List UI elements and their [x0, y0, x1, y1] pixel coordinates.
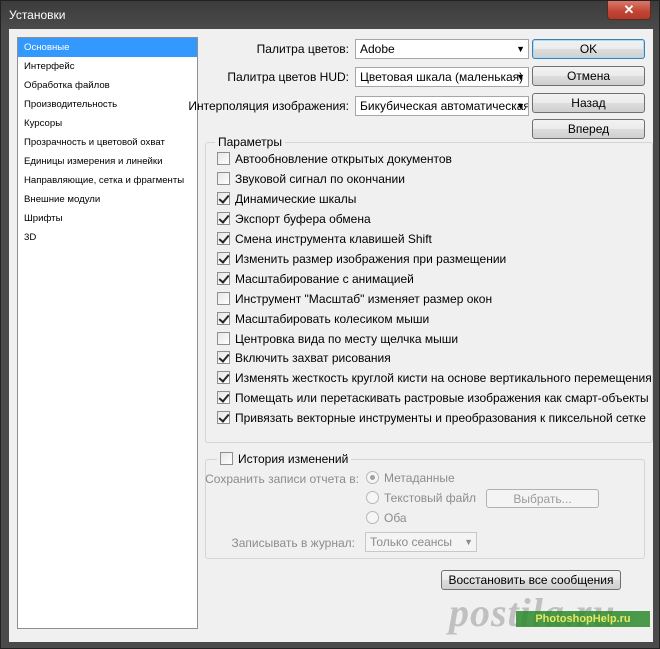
option-resize-on-place[interactable]: Изменить размер изображения при размещен…: [217, 252, 506, 270]
option-label: Помещать или перетаскивать растровые изо…: [235, 391, 649, 405]
checkbox[interactable]: [217, 152, 230, 165]
radio-button[interactable]: [366, 511, 379, 524]
options-group-title: Параметры: [215, 135, 285, 149]
checkbox[interactable]: [217, 272, 230, 285]
sidebar-item-units[interactable]: Единицы измерения и линейки: [18, 152, 197, 171]
checkbox[interactable]: [217, 212, 230, 225]
checkbox[interactable]: [217, 371, 230, 384]
palette-label: Палитра цветов:: [256, 42, 349, 56]
option-label: Привязать векторные инструменты и преобр…: [235, 411, 646, 425]
checkbox[interactable]: [217, 252, 230, 265]
checkbox[interactable]: [217, 232, 230, 245]
checkbox[interactable]: [217, 192, 230, 205]
window-title: Установки: [9, 8, 66, 22]
sidebar-item-type[interactable]: Шрифты: [18, 209, 197, 228]
radio-text-file[interactable]: Текстовый файл: [366, 491, 476, 509]
option-label: Масштабирование с анимацией: [235, 272, 414, 286]
prev-button[interactable]: Назад: [532, 93, 645, 113]
cancel-button[interactable]: Отмена: [532, 66, 645, 86]
preferences-window: Установки ✕ Основные Интерфейс Обработка…: [0, 0, 660, 649]
radio-button[interactable]: [366, 491, 379, 504]
journal-value: Только сеансы: [370, 535, 453, 549]
checkbox[interactable]: [217, 351, 230, 364]
option-label: Смена инструмента клавишей Shift: [235, 232, 432, 246]
interpolation-value: Бикубическая автоматическая: [360, 99, 529, 113]
chevron-down-icon: ▼: [516, 101, 525, 111]
hud-select[interactable]: Цветовая шкала (маленькая) ▼: [355, 67, 529, 87]
sidebar-item-interface[interactable]: Интерфейс: [18, 57, 197, 76]
sidebar-item-guides[interactable]: Направляющие, сетка и фрагменты: [18, 171, 197, 190]
checkbox[interactable]: [217, 172, 230, 185]
watermark-badge: PhotoshopHelp.ru: [516, 611, 650, 627]
chevron-down-icon: ▼: [516, 44, 525, 54]
journal-label: Записывать в журнал:: [231, 536, 355, 550]
title-bar[interactable]: Установки ✕: [1, 1, 659, 29]
radio-label: Текстовый файл: [384, 491, 477, 505]
option-auto-update[interactable]: Автообновление открытых документов: [217, 152, 452, 170]
checkbox[interactable]: [217, 411, 230, 424]
option-label: Звуковой сигнал по окончании: [235, 172, 405, 186]
checkbox[interactable]: [220, 452, 233, 465]
option-zoom-scroll-wheel[interactable]: Масштабировать колесиком мыши: [217, 312, 429, 330]
option-dynamic-sliders[interactable]: Динамические шкалы: [217, 192, 356, 210]
radio-label: Оба: [384, 511, 407, 525]
sidebar-item-general[interactable]: Основные: [18, 38, 197, 57]
option-brush-hardness[interactable]: Изменять жесткость круглой кисти на осно…: [217, 371, 653, 389]
chevron-down-icon: ▼: [464, 537, 473, 547]
save-log-label: Сохранить записи отчета в:: [205, 472, 359, 486]
interpolation-label: Интерполяция изображения:: [188, 99, 349, 113]
radio-button[interactable]: [366, 471, 379, 484]
interpolation-select[interactable]: Бикубическая автоматическая ▼: [355, 96, 529, 116]
option-label: Экспорт буфера обмена: [235, 212, 371, 226]
option-shift-tool[interactable]: Смена инструмента клавишей Shift: [217, 232, 432, 250]
option-label: Инструмент "Масштаб" изменяет размер око…: [235, 292, 493, 306]
hud-value: Цветовая шкала (маленькая): [360, 70, 524, 84]
sidebar-item-3d[interactable]: 3D: [18, 228, 197, 247]
option-place-smart-objects[interactable]: Помещать или перетаскивать растровые изо…: [217, 391, 649, 409]
sidebar-item-file-handling[interactable]: Обработка файлов: [18, 76, 197, 95]
next-button[interactable]: Вперед: [532, 119, 645, 139]
sidebar-item-cursors[interactable]: Курсоры: [18, 114, 197, 133]
sidebar-item-transparency[interactable]: Прозрачность и цветовой охват: [18, 133, 197, 152]
sidebar-item-performance[interactable]: Производительность: [18, 95, 197, 114]
chevron-down-icon: ▼: [516, 72, 525, 82]
radio-both[interactable]: Оба: [366, 511, 407, 529]
choose-file-button[interactable]: Выбрать...: [486, 489, 599, 508]
radio-metadata[interactable]: Метаданные: [366, 471, 455, 489]
option-label: Автообновление открытых документов: [235, 152, 452, 166]
option-label: Изменить размер изображения при размещен…: [235, 252, 507, 266]
palette-value: Adobe: [360, 42, 395, 56]
hud-label: Палитра цветов HUD:: [227, 70, 349, 84]
close-icon[interactable]: ✕: [607, 1, 651, 20]
radio-label: Метаданные: [384, 471, 455, 485]
history-log-toggle[interactable]: История изменений: [217, 452, 352, 470]
option-zoom-resizes-windows[interactable]: Инструмент "Масштаб" изменяет размер око…: [217, 292, 492, 310]
reset-warnings-button[interactable]: Восстановить все сообщения: [441, 570, 621, 590]
option-label: Включить захват рисования: [235, 351, 391, 365]
category-list[interactable]: Основные Интерфейс Обработка файлов Прои…: [17, 37, 198, 629]
checkbox[interactable]: [217, 391, 230, 404]
option-export-clipboard[interactable]: Экспорт буфера обмена: [217, 212, 371, 230]
option-label: Изменять жесткость круглой кисти на осно…: [235, 371, 653, 385]
checkbox[interactable]: [217, 312, 230, 325]
sidebar-item-plugins[interactable]: Внешние модули: [18, 190, 197, 209]
checkbox[interactable]: [217, 332, 230, 345]
option-animated-zoom[interactable]: Масштабирование с анимацией: [217, 272, 414, 290]
option-zoom-clicked-point[interactable]: Центровка вида по месту щелчка мыши: [217, 332, 458, 350]
option-label: Масштабировать колесиком мыши: [235, 312, 430, 326]
option-label: Динамические шкалы: [235, 192, 357, 206]
history-title: История изменений: [238, 452, 349, 466]
palette-select[interactable]: Adobe ▼: [355, 39, 529, 59]
journal-select[interactable]: Только сеансы ▼: [365, 532, 477, 552]
option-snap-pixel-grid[interactable]: Привязать векторные инструменты и преобр…: [217, 411, 646, 429]
ok-button[interactable]: OK: [532, 39, 645, 59]
option-label: Центровка вида по месту щелчка мыши: [235, 332, 459, 346]
checkbox[interactable]: [217, 292, 230, 305]
option-flick-panning[interactable]: Включить захват рисования: [217, 351, 391, 369]
option-beep[interactable]: Звуковой сигнал по окончании: [217, 172, 405, 190]
dialog-client: Основные Интерфейс Обработка файлов Прои…: [9, 29, 653, 642]
